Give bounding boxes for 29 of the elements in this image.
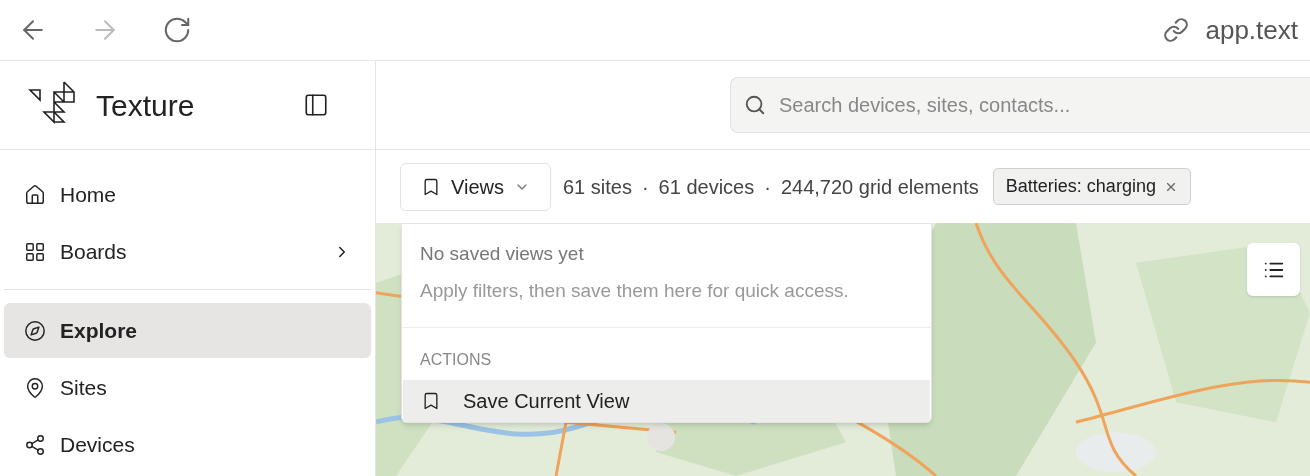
nav-item[interactable]: Sites: [4, 360, 371, 415]
nav-item[interactable]: Home: [4, 167, 371, 222]
map-pin-icon: [24, 376, 46, 399]
count-text: 244,720 grid elements: [780, 174, 979, 200]
nav-item[interactable]: Devices: [4, 417, 371, 472]
empty-hint: Apply filters, then save them here for quick access.: [420, 278, 850, 303]
nav-item[interactable]: Boards: [4, 224, 371, 279]
grid-icon: [24, 240, 46, 263]
share-icon: [24, 433, 46, 456]
url-text[interactable]: app.text: [1205, 10, 1298, 50]
search-icon: [744, 94, 766, 116]
list-view-button[interactable]: [1247, 243, 1300, 296]
home-icon: [24, 183, 46, 206]
link-icon: [1163, 17, 1190, 43]
separator-dot: ·: [764, 174, 771, 200]
count-text: 61 devices: [658, 174, 755, 200]
empty-title: No saved views yet: [420, 242, 585, 266]
reload-button[interactable]: [162, 15, 192, 45]
menu-item[interactable]: Save Current View: [403, 380, 930, 422]
nav-item[interactable]: Explore: [4, 303, 371, 358]
separator-dot: ·: [641, 174, 649, 200]
brand-name: Texture: [96, 87, 195, 124]
compass-icon: [24, 319, 46, 342]
filter-chip[interactable]: Batteries: charging: [992, 168, 1191, 205]
search-field[interactable]: Search devices, sites, contacts...: [730, 77, 1310, 133]
views-button[interactable]: Views: [400, 162, 551, 211]
sidebar-toggle-icon[interactable]: [303, 92, 329, 118]
section-label: ACTIONS: [419, 350, 493, 370]
count-text: 61 sites: [563, 174, 632, 200]
